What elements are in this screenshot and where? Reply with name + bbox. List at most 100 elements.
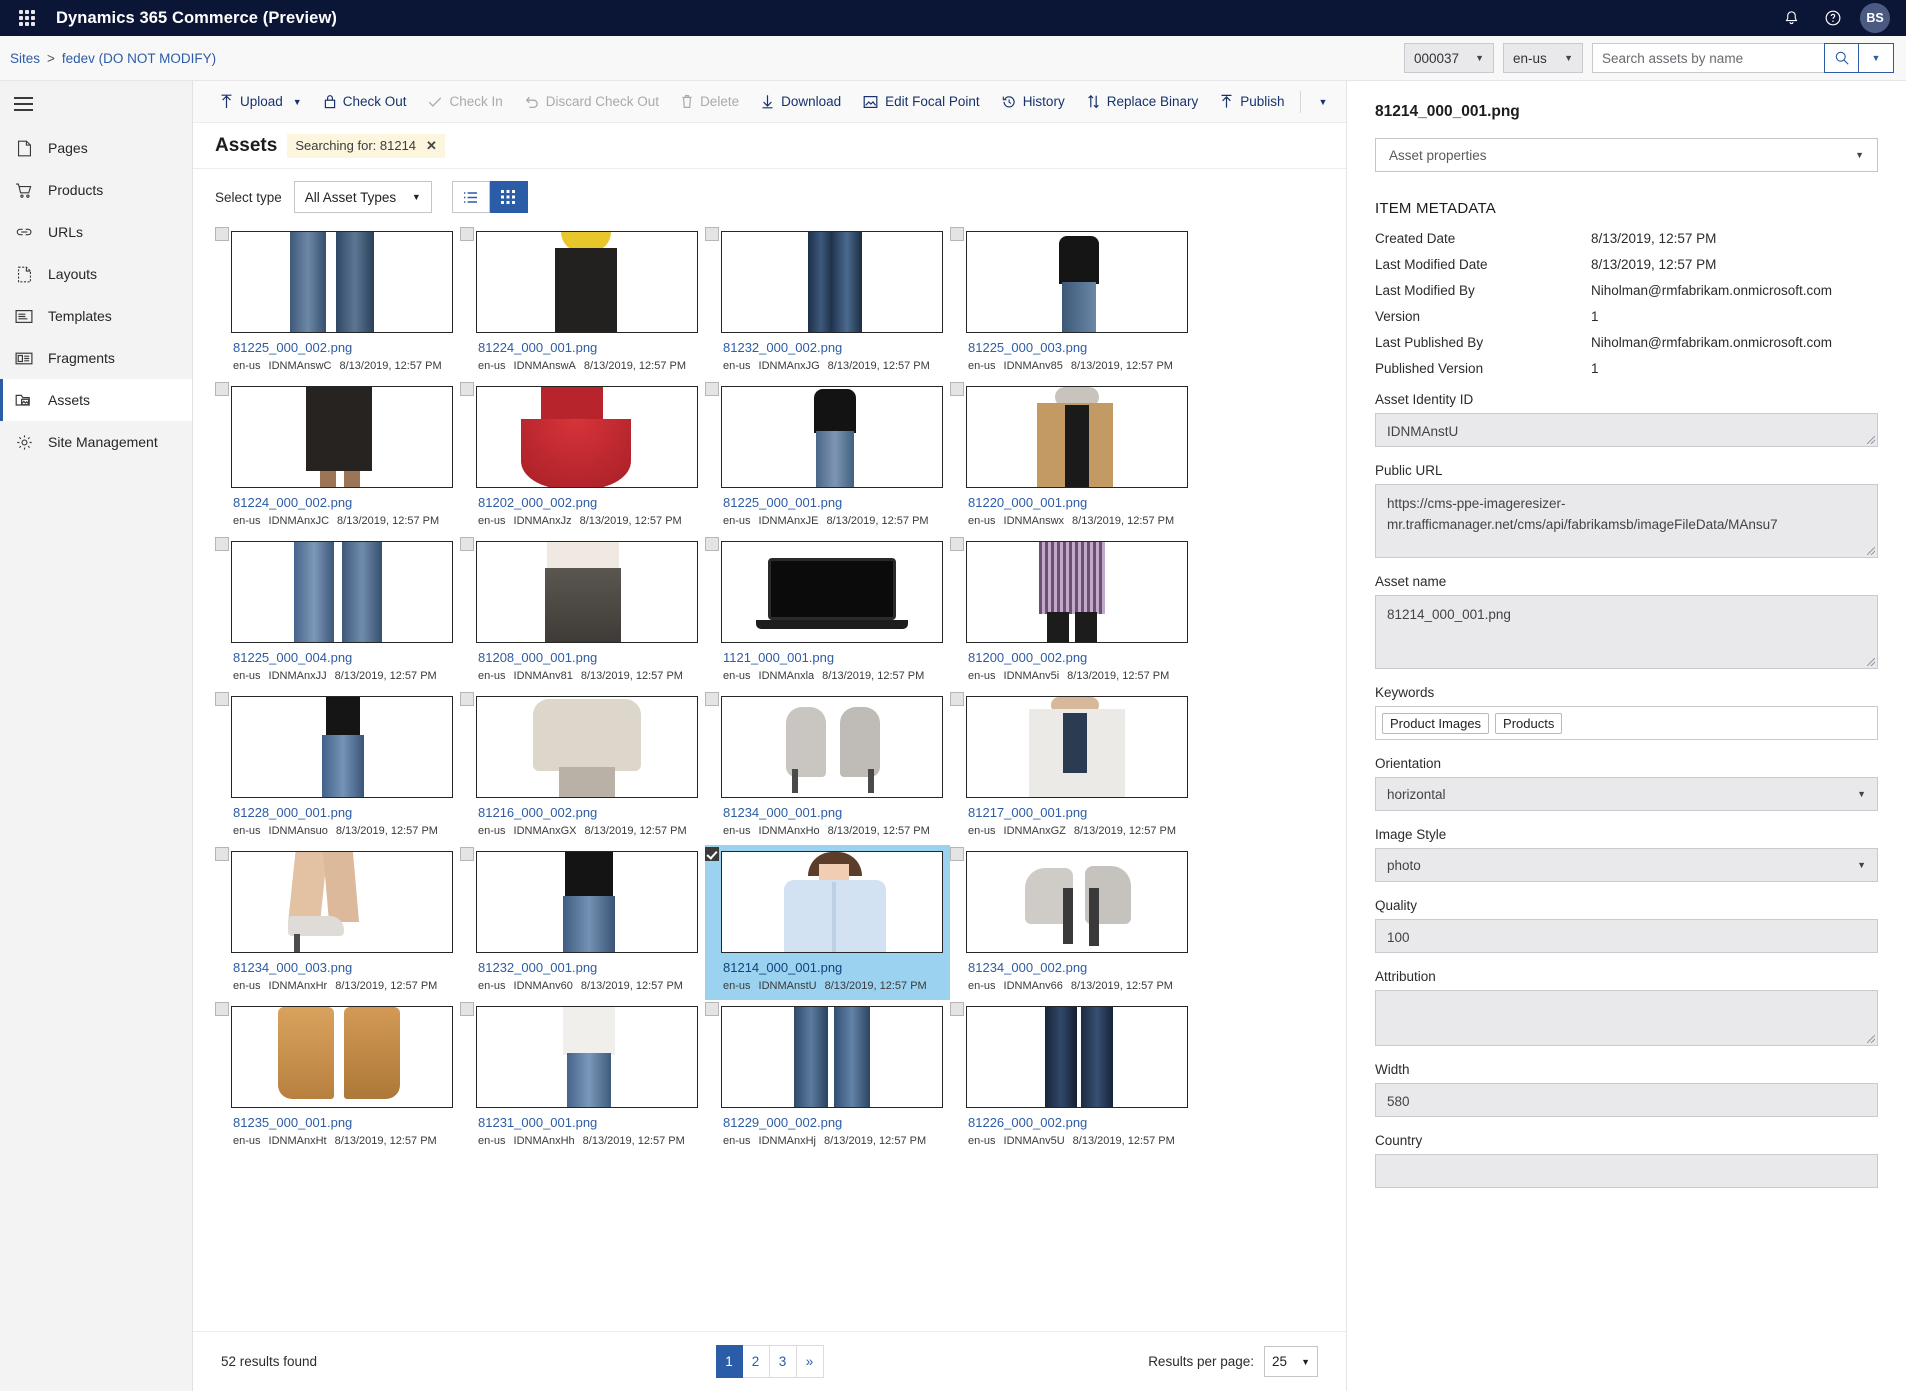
asset-file-name[interactable]: 1121_000_001.png — [723, 650, 942, 665]
page-button[interactable]: 3 — [769, 1345, 797, 1378]
sidebar-item-site-management[interactable]: Site Management — [0, 421, 192, 463]
asset-file-name[interactable]: 81214_000_001.png — [723, 960, 942, 975]
asset-select-checkbox[interactable] — [705, 1002, 719, 1016]
sidebar-item-urls[interactable]: URLs — [0, 211, 192, 253]
sidebar-item-pages[interactable]: Pages — [0, 127, 192, 169]
sidebar-item-assets[interactable]: Assets — [0, 379, 192, 421]
asset-thumbnail[interactable] — [476, 541, 698, 643]
grid-view-icon[interactable] — [489, 181, 528, 213]
discard-check-out-button[interactable]: Discard Check Out — [514, 81, 670, 122]
asset-tile[interactable]: 81224_000_001.png en-us IDNMAnswA 8/13/2019… — [460, 225, 705, 380]
toolbar-overflow-button[interactable]: ▼ — [1305, 81, 1339, 122]
asset-tile[interactable]: 81225_000_004.png en-us IDNMAnxJJ 8/13/2019… — [215, 535, 460, 690]
asset-thumbnail[interactable] — [476, 696, 698, 798]
breadcrumb-root[interactable]: Sites — [10, 51, 40, 66]
asset-file-name[interactable]: 81224_000_001.png — [478, 340, 697, 355]
asset-select-checkbox[interactable] — [950, 227, 964, 241]
asset-tile[interactable]: 81234_000_001.png en-us IDNMAnxHo 8/13/2019… — [705, 690, 950, 845]
asset-file-name[interactable]: 81225_000_001.png — [723, 495, 942, 510]
asset-select-checkbox[interactable] — [215, 1002, 229, 1016]
asset-select-checkbox[interactable] — [705, 382, 719, 396]
asset-tile[interactable]: 81232_000_002.png en-us IDNMAnxJG 8/13/2019… — [705, 225, 950, 380]
asset-tile[interactable]: 1121_000_001.png en-us IDNMAnxla 8/13/2019,… — [705, 535, 950, 690]
download-button[interactable]: Download — [750, 81, 852, 122]
page-button[interactable]: » — [796, 1345, 824, 1378]
asset-thumbnail[interactable] — [721, 1006, 943, 1108]
asset-select-checkbox[interactable] — [215, 227, 229, 241]
asset-tile[interactable]: 81225_000_003.png en-us IDNMAnv85 8/13/2019… — [950, 225, 1195, 380]
asset-file-name[interactable]: 81234_000_002.png — [968, 960, 1187, 975]
asset-file-name[interactable]: 81216_000_002.png — [478, 805, 697, 820]
asset-select-checkbox[interactable] — [215, 692, 229, 706]
channel-selector[interactable]: 000037 ▼ — [1404, 43, 1494, 73]
asset-tile[interactable]: 81217_000_001.png en-us IDNMAnxGZ 8/13/2019… — [950, 690, 1195, 845]
notifications-icon[interactable] — [1772, 0, 1810, 36]
asset-tile[interactable]: 81202_000_002.png en-us IDNMAnxJz 8/13/2019… — [460, 380, 705, 535]
asset-file-name[interactable]: 81228_000_001.png — [233, 805, 452, 820]
asset-thumbnail[interactable] — [231, 1006, 453, 1108]
asset-file-name[interactable]: 81225_000_003.png — [968, 340, 1187, 355]
asset-type-select[interactable]: All Asset Types ▼ — [293, 181, 432, 213]
asset-thumbnail[interactable] — [231, 696, 453, 798]
asset-select-checkbox[interactable] — [705, 847, 719, 861]
asset-tile[interactable]: 81229_000_002.png en-us IDNMAnxHj 8/13/2019… — [705, 1000, 950, 1155]
asset-select-checkbox[interactable] — [950, 537, 964, 551]
asset-file-name[interactable]: 81225_000_002.png — [233, 340, 452, 355]
asset-thumbnail[interactable] — [966, 851, 1188, 953]
asset-tile[interactable]: 81225_000_001.png en-us IDNMAnxJE 8/13/2019… — [705, 380, 950, 535]
assets-grid-scroll[interactable]: 81225_000_002.png en-us IDNMAnswC 8/13/2019… — [193, 225, 1346, 1331]
locale-selector[interactable]: en-us ▼ — [1503, 43, 1583, 73]
upload-button[interactable]: Upload ▼ — [209, 81, 313, 122]
help-icon[interactable] — [1814, 0, 1852, 36]
edit-focal-point-button[interactable]: Edit Focal Point — [852, 81, 991, 122]
asset-thumbnail[interactable] — [476, 231, 698, 333]
asset-select-checkbox[interactable] — [460, 847, 474, 861]
delete-button[interactable]: Delete — [670, 81, 750, 122]
image-style-select[interactable]: photo ▼ — [1375, 848, 1878, 882]
avatar[interactable]: BS — [1860, 3, 1890, 33]
asset-tile[interactable]: 81228_000_001.png en-us IDNMAnsuo 8/13/2019… — [215, 690, 460, 845]
asset-thumbnail[interactable] — [231, 231, 453, 333]
asset-thumbnail[interactable] — [231, 386, 453, 488]
asset-file-name[interactable]: 81231_000_001.png — [478, 1115, 697, 1130]
asset-select-checkbox[interactable] — [705, 227, 719, 241]
page-button[interactable]: 2 — [742, 1345, 770, 1378]
asset-select-checkbox[interactable] — [215, 537, 229, 551]
keywords-input[interactable]: Product Images Products — [1375, 706, 1878, 740]
country-input[interactable] — [1375, 1154, 1878, 1188]
asset-thumbnail[interactable] — [476, 1006, 698, 1108]
asset-select-checkbox[interactable] — [460, 692, 474, 706]
asset-select-checkbox[interactable] — [460, 537, 474, 551]
asset-select-checkbox[interactable] — [950, 1002, 964, 1016]
orientation-select[interactable]: horizontal ▼ — [1375, 777, 1878, 811]
close-icon[interactable]: ✕ — [426, 138, 437, 154]
asset-thumbnail[interactable] — [966, 386, 1188, 488]
asset-thumbnail[interactable] — [476, 386, 698, 488]
asset-file-name[interactable]: 81234_000_003.png — [233, 960, 452, 975]
sidebar-item-fragments[interactable]: Fragments — [0, 337, 192, 379]
asset-tile[interactable]: 81225_000_002.png en-us IDNMAnswC 8/13/2019… — [215, 225, 460, 380]
asset-select-checkbox[interactable] — [950, 382, 964, 396]
asset-tile[interactable]: 81200_000_002.png en-us IDNMAnv5i 8/13/2019… — [950, 535, 1195, 690]
asset-file-name[interactable]: 81208_000_001.png — [478, 650, 697, 665]
asset-tile[interactable]: 81234_000_003.png en-us IDNMAnxHr 8/13/2019… — [215, 845, 460, 1000]
asset-tile[interactable]: 81214_000_001.png en-us IDNMAnstU 8/13/2019… — [705, 845, 950, 1000]
asset-tile[interactable]: 81231_000_001.png en-us IDNMAnxHh 8/13/2019… — [460, 1000, 705, 1155]
hamburger-menu-icon[interactable] — [0, 81, 192, 127]
asset-file-name[interactable]: 81232_000_002.png — [723, 340, 942, 355]
asset-thumbnail[interactable] — [966, 231, 1188, 333]
asset-select-checkbox[interactable] — [950, 847, 964, 861]
width-input[interactable]: 580 — [1375, 1083, 1878, 1117]
history-button[interactable]: History — [991, 81, 1076, 122]
asset-file-name[interactable]: 81234_000_001.png — [723, 805, 942, 820]
asset-tile[interactable]: 81234_000_002.png en-us IDNMAnv66 8/13/2019… — [950, 845, 1195, 1000]
attribution-input[interactable] — [1375, 990, 1878, 1046]
asset-thumbnail[interactable] — [721, 696, 943, 798]
asset-identity-id-input[interactable]: IDNMAnstU — [1375, 413, 1878, 447]
asset-file-name[interactable]: 81225_000_004.png — [233, 650, 452, 665]
asset-file-name[interactable]: 81235_000_001.png — [233, 1115, 452, 1130]
sidebar-item-layouts[interactable]: Layouts — [0, 253, 192, 295]
asset-thumbnail[interactable] — [966, 696, 1188, 798]
asset-thumbnail[interactable] — [966, 1006, 1188, 1108]
keyword-tag[interactable]: Products — [1495, 712, 1563, 734]
